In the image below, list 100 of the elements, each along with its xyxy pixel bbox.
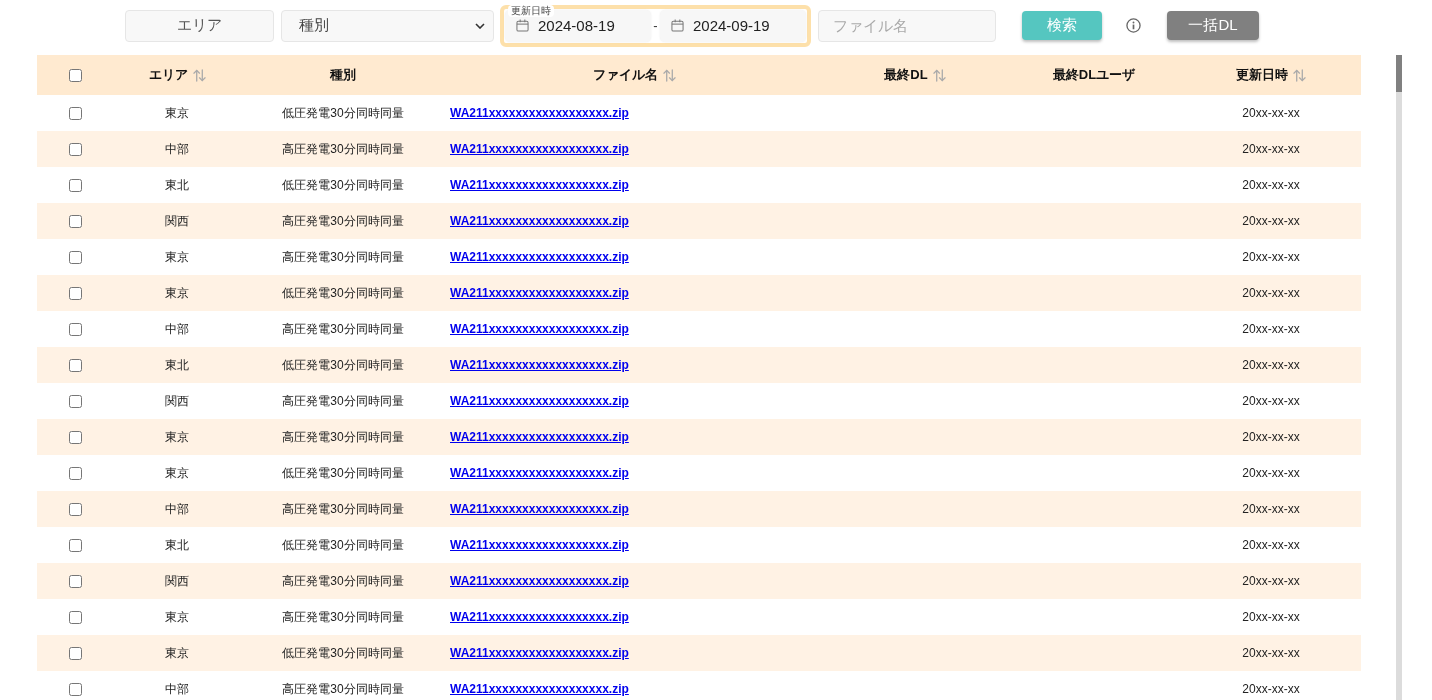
updated-cell: 20xx-xx-xx [1242, 394, 1300, 408]
type-cell: 高圧発電30分同時同量 [282, 428, 404, 446]
file-link[interactable]: WA211xxxxxxxxxxxxxxxxxx.zip [450, 430, 629, 444]
row-checkbox[interactable] [68, 214, 82, 228]
row-checkbox[interactable] [68, 430, 82, 444]
area-cell: 東北 [165, 176, 189, 194]
updated-cell: 20xx-xx-xx [1242, 142, 1300, 156]
updated-cell: 20xx-xx-xx [1242, 430, 1300, 444]
type-cell: 高圧発電30分同時同量 [282, 500, 404, 518]
updated-cell: 20xx-xx-xx [1242, 286, 1300, 300]
updated-cell: 20xx-xx-xx [1242, 322, 1300, 336]
updated-cell: 20xx-xx-xx [1242, 610, 1300, 624]
updated-cell: 20xx-xx-xx [1242, 250, 1300, 264]
type-cell: 低圧発電30分同時同量 [282, 536, 404, 554]
area-filter[interactable]: エリア [125, 9, 274, 42]
file-link[interactable]: WA211xxxxxxxxxxxxxxxxxx.zip [450, 394, 629, 408]
type-cell: 高圧発電30分同時同量 [282, 392, 404, 410]
type-cell: 高圧発電30分同時同量 [282, 140, 404, 158]
file-link[interactable]: WA211xxxxxxxxxxxxxxxxxx.zip [450, 610, 629, 624]
row-checkbox[interactable] [68, 322, 82, 336]
file-name-field[interactable]: ファイル名 [818, 9, 996, 42]
updated-cell: 20xx-xx-xx [1242, 538, 1300, 552]
type-cell: 高圧発電30分同時同量 [282, 212, 404, 230]
type-select[interactable]: 種別 [281, 9, 494, 42]
updated-cell: 20xx-xx-xx [1242, 502, 1300, 516]
file-link[interactable]: WA211xxxxxxxxxxxxxxxxxx.zip [450, 178, 629, 192]
row-checkbox[interactable] [68, 610, 82, 624]
row-checkbox[interactable] [68, 502, 82, 516]
file-link[interactable]: WA211xxxxxxxxxxxxxxxxxx.zip [450, 142, 629, 156]
area-cell: 関西 [165, 212, 189, 230]
updated-cell: 20xx-xx-xx [1242, 574, 1300, 588]
file-link[interactable]: WA211xxxxxxxxxxxxxxxxxx.zip [450, 322, 629, 336]
date-range-legend: 更新日時 [508, 4, 554, 17]
type-cell: 低圧発電30分同時同量 [282, 284, 404, 302]
file-link[interactable]: WA211xxxxxxxxxxxxxxxxxx.zip [450, 250, 629, 264]
file-link[interactable]: WA211xxxxxxxxxxxxxxxxxx.zip [450, 286, 629, 300]
file-link[interactable]: WA211xxxxxxxxxxxxxxxxxx.zip [450, 574, 629, 588]
updated-cell: 20xx-xx-xx [1242, 214, 1300, 228]
area-cell: 中部 [165, 140, 189, 158]
area-cell: 東京 [165, 248, 189, 266]
type-cell: 高圧発電30分同時同量 [282, 320, 404, 338]
row-checkbox[interactable] [68, 394, 82, 408]
file-link[interactable]: WA211xxxxxxxxxxxxxxxxxx.zip [450, 106, 629, 120]
column-header: ファイル名 [592, 66, 658, 84]
column-header: 種別 [330, 66, 356, 84]
row-checkbox[interactable] [68, 538, 82, 552]
row-checkbox[interactable] [68, 106, 82, 120]
scrollbar-thumb[interactable] [1396, 55, 1402, 92]
info-icon[interactable] [1126, 18, 1141, 33]
select-all-checkbox[interactable] [68, 68, 82, 82]
column-header: 最終DLユーザ [1052, 66, 1136, 84]
area-cell: 中部 [165, 320, 189, 338]
row-checkbox[interactable] [68, 646, 82, 660]
row-checkbox[interactable] [68, 250, 82, 264]
type-cell: 低圧発電30分同時同量 [282, 356, 404, 374]
type-cell: 低圧発電30分同時同量 [282, 104, 404, 122]
file-link[interactable]: WA211xxxxxxxxxxxxxxxxxx.zip [450, 538, 629, 552]
updated-cell: 20xx-xx-xx [1242, 106, 1300, 120]
type-cell: 低圧発電30分同時同量 [282, 464, 404, 482]
area-cell: 東京 [165, 428, 189, 446]
area-cell: 関西 [165, 572, 189, 590]
file-link[interactable]: WA211xxxxxxxxxxxxxxxxxx.zip [450, 214, 629, 228]
type-cell: 高圧発電30分同時同量 [282, 680, 404, 698]
scrollbar-track[interactable] [1396, 55, 1402, 700]
file-link[interactable]: WA211xxxxxxxxxxxxxxxxxx.zip [450, 358, 629, 372]
area-cell: 東北 [165, 536, 189, 554]
bulk-download-button[interactable]: 一括DL [1167, 11, 1259, 40]
file-link[interactable]: WA211xxxxxxxxxxxxxxxxxx.zip [450, 502, 629, 516]
file-link[interactable]: WA211xxxxxxxxxxxxxxxxxx.zip [450, 682, 629, 696]
chevron-icon [475, 22, 485, 29]
row-checkbox[interactable] [68, 286, 82, 300]
range-separator: - [652, 18, 659, 33]
column-header: 最終DL [884, 66, 928, 84]
row-checkbox[interactable] [68, 574, 82, 588]
row-checkbox[interactable] [68, 178, 82, 192]
row-checkbox[interactable] [68, 466, 82, 480]
file-link[interactable]: WA211xxxxxxxxxxxxxxxxxx.zip [450, 466, 629, 480]
area-cell: 東京 [165, 104, 189, 122]
updated-cell: 20xx-xx-xx [1242, 646, 1300, 660]
row-checkbox[interactable] [68, 142, 82, 156]
calendar-icon [516, 19, 529, 32]
area-cell: 東北 [165, 356, 189, 374]
file-link[interactable]: WA211xxxxxxxxxxxxxxxxxx.zip [450, 646, 629, 660]
area-cell: 関西 [165, 392, 189, 410]
area-cell: 東京 [165, 284, 189, 302]
area-cell: 東京 [165, 608, 189, 626]
type-cell: 低圧発電30分同時同量 [282, 176, 404, 194]
updated-cell: 20xx-xx-xx [1242, 682, 1300, 696]
date-to-field[interactable]: 2024-09-19 [659, 9, 806, 42]
area-cell: 東京 [165, 644, 189, 662]
area-cell: 中部 [165, 680, 189, 698]
type-cell: 低圧発電30分同時同量 [282, 644, 404, 662]
row-checkbox[interactable] [68, 358, 82, 372]
row-checkbox[interactable] [68, 682, 82, 696]
calendar-icon [670, 19, 684, 32]
updated-cell: 20xx-xx-xx [1242, 358, 1300, 372]
type-cell: 高圧発電30分同時同量 [282, 248, 404, 266]
updated-cell: 20xx-xx-xx [1242, 466, 1300, 480]
column-header: 更新日時 [1236, 66, 1288, 84]
area-cell: 東京 [165, 464, 189, 482]
